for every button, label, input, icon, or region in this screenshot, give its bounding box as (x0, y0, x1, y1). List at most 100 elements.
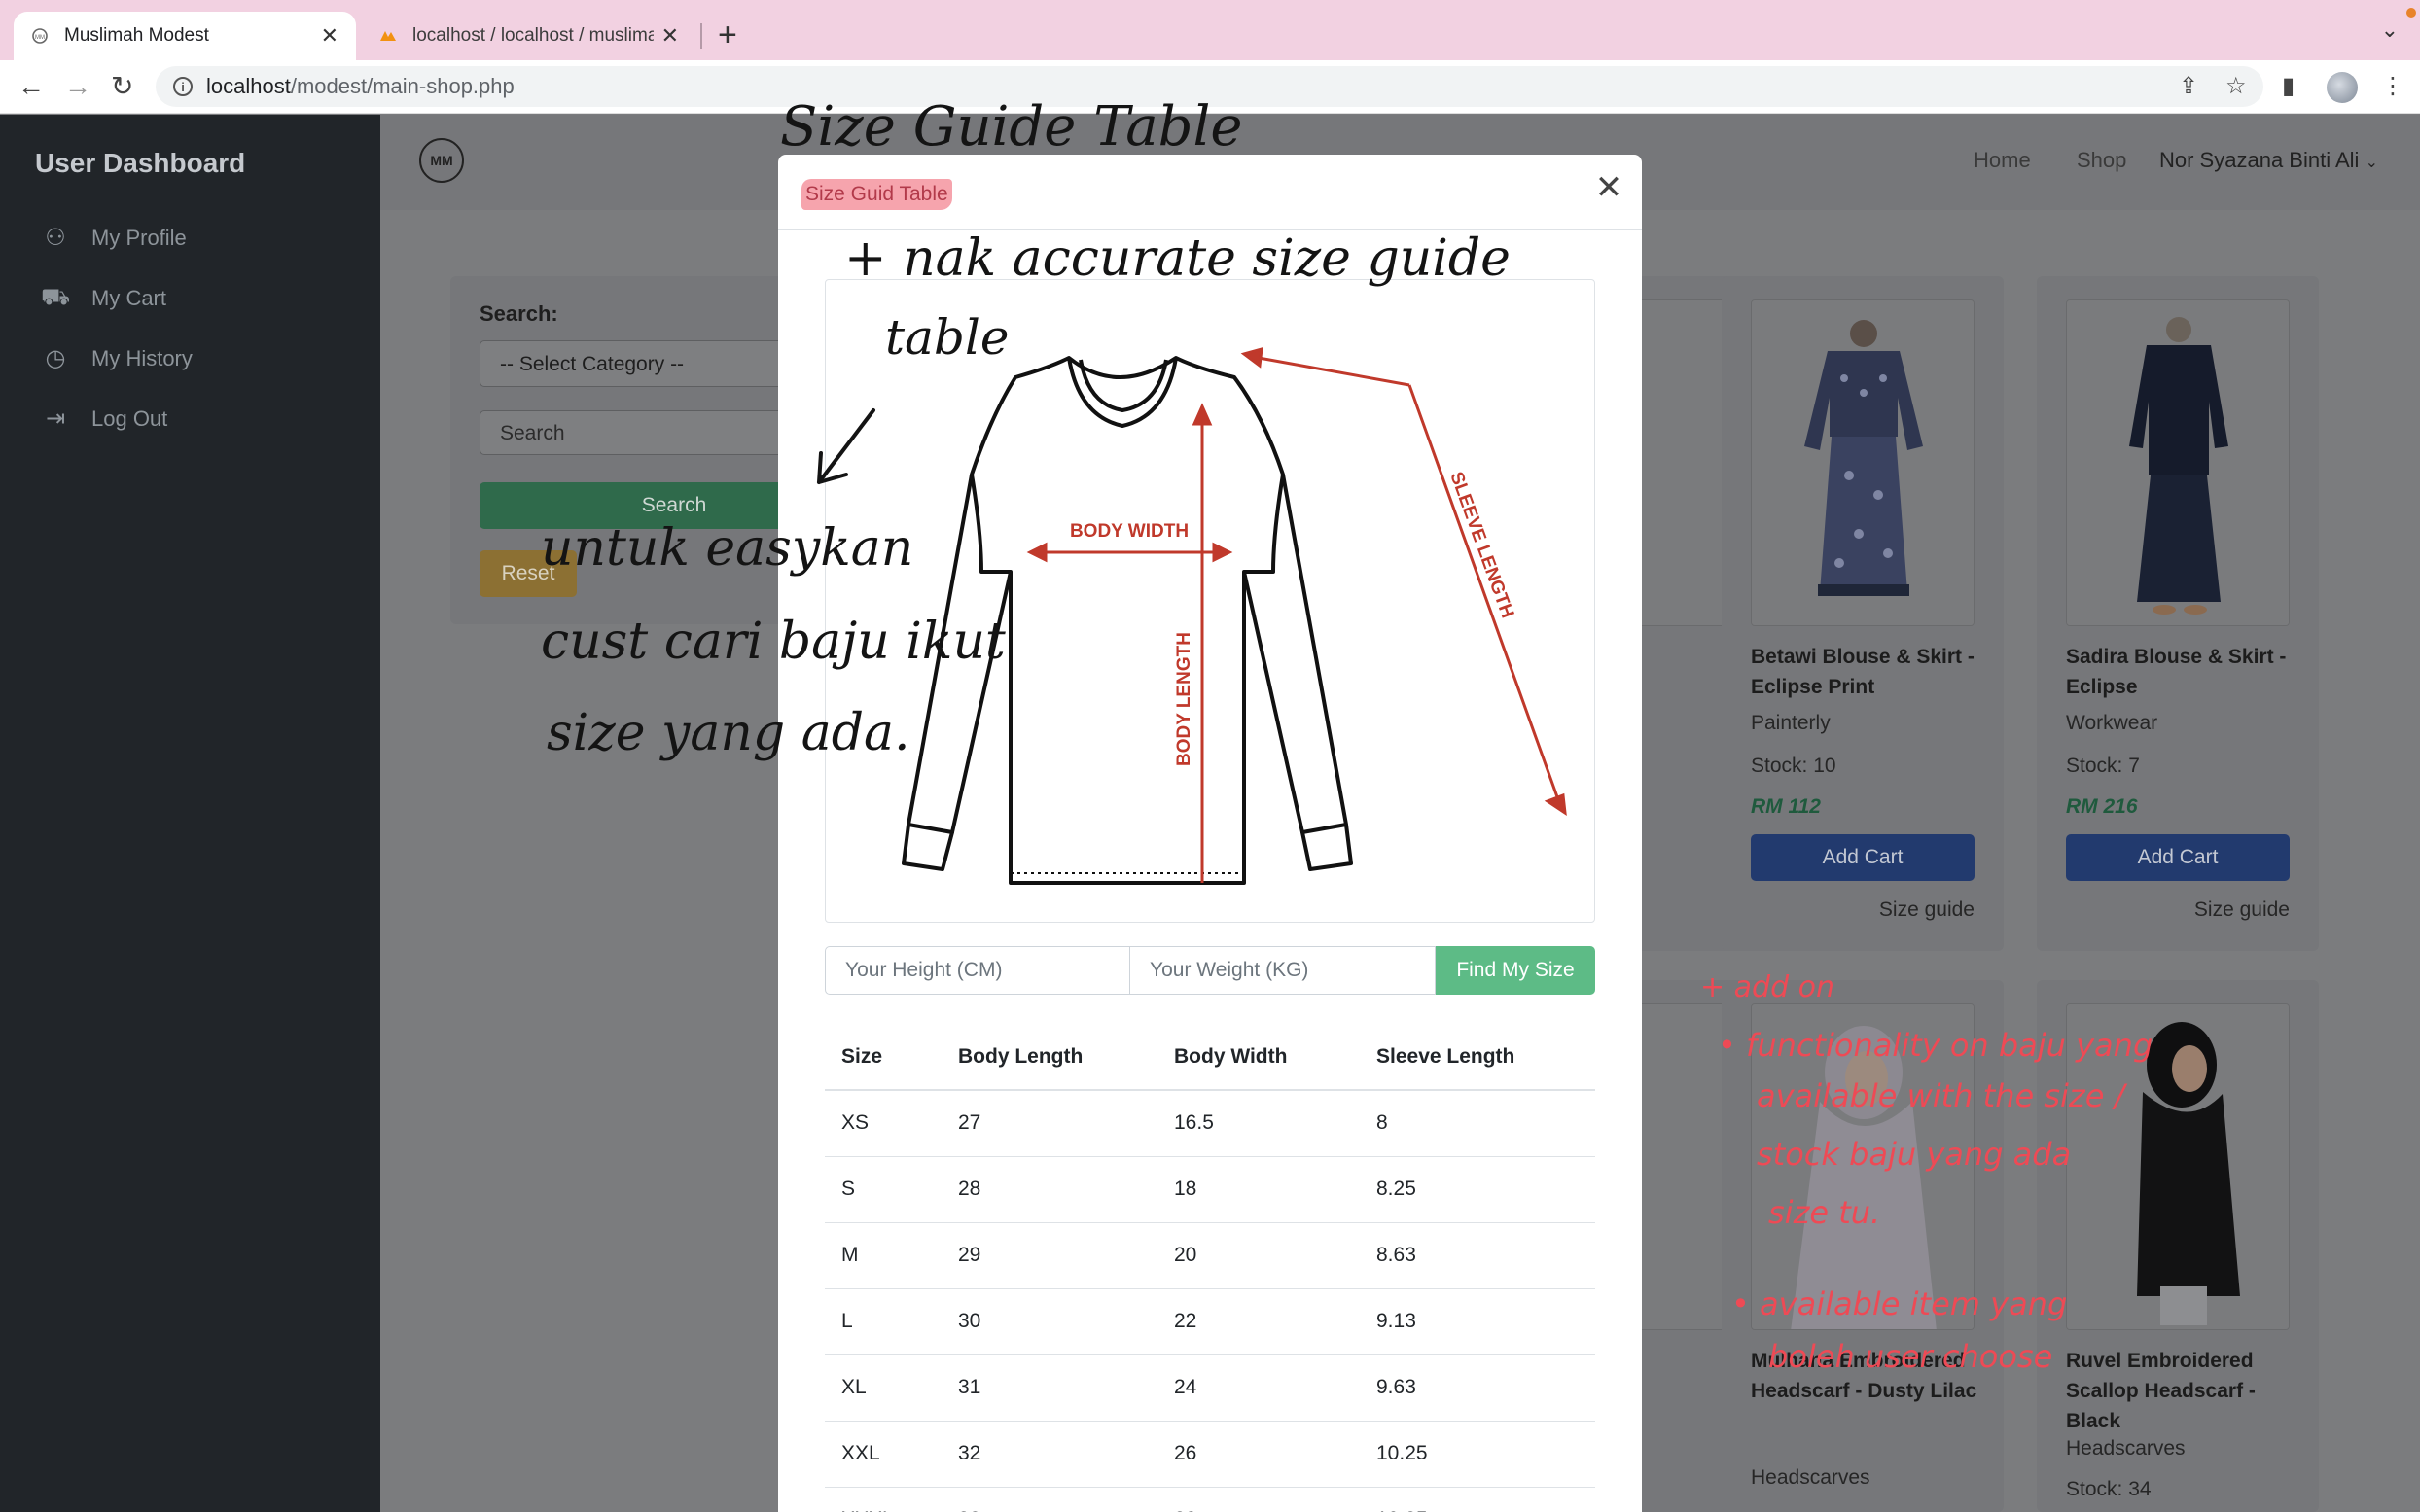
add-cart-button[interactable]: Add Cart (1751, 834, 1975, 881)
nav-home-link[interactable]: Home (1974, 148, 2031, 173)
sidebar-item-label: My History (91, 345, 193, 370)
product-card: Sadira Blouse & Skirt - Eclipse Workwear… (2037, 276, 2319, 951)
cell-size: S (825, 1156, 942, 1223)
product-category: Headscarves (2066, 1437, 2186, 1459)
url-path: /modest/main-shop.php (290, 74, 515, 98)
size-guide-diagram: BODY WIDTH BODY LENGTH SLEEVE LENGTH (825, 279, 1595, 923)
weight-input[interactable] (1130, 946, 1436, 995)
cell-body-length: 29 (942, 1222, 1157, 1289)
table-row: XL 31 24 9.63 (825, 1354, 1595, 1422)
body-length-label: BODY LENGTH (1174, 632, 1194, 766)
annotation-note2-line2: cust cari baju ikut (541, 613, 1006, 671)
annotation-red-b1-l3: stock baju yang ada (1757, 1136, 2072, 1173)
product-stock: Stock: 7 (2066, 755, 2140, 777)
sidebar-item-my-cart[interactable]: ⛟ My Cart (41, 284, 166, 313)
cart-icon: ⛟ (41, 284, 71, 310)
url-host: localhost (206, 74, 291, 98)
cell-body-length: 31 (942, 1354, 1157, 1422)
product-image (2066, 299, 2290, 626)
chevron-down-icon: ⌄ (2365, 155, 2378, 171)
tab-phpmyadmin[interactable]: localhost / localhost / muslimah ✕ (362, 12, 696, 60)
table-row: XXXL332810.25 (825, 1487, 1595, 1512)
cell-size: XXL (825, 1421, 942, 1488)
sidebar-item-log-out[interactable]: ⇥ Log Out (41, 404, 167, 433)
product-category: Headscarves (1751, 1466, 1870, 1489)
tab-muslimah-modest[interactable]: MM Muslimah Modest ✕ (14, 12, 356, 60)
sidebar-item-label: My Profile (91, 225, 187, 250)
cell-sleeve-length: 8 (1360, 1090, 1595, 1157)
cell-size: M (825, 1222, 942, 1289)
svg-text:MM: MM (35, 35, 45, 41)
forward-icon[interactable]: → (64, 70, 91, 103)
annotation-note2-line1: untuk easykan (541, 519, 914, 578)
menu-kebab-icon[interactable]: ⋮ (2381, 72, 2404, 100)
sleeve-length-label: SLEEVE LENGTH (1445, 470, 1517, 621)
sidebar-item-my-history[interactable]: ◷ My History (41, 344, 193, 372)
share-icon[interactable]: ⇪ (2179, 72, 2198, 100)
cell-body-length: 30 (942, 1288, 1157, 1355)
person-icon: ⚇ (45, 225, 66, 251)
product-price: RM 112 (1751, 795, 1821, 818)
close-icon[interactable]: ✕ (1589, 168, 1628, 207)
cell-size: L (825, 1288, 942, 1355)
cell-size: XL (825, 1354, 942, 1422)
column-header-body-length: Body Length (942, 1024, 1157, 1091)
clock-icon: ◷ (45, 345, 66, 371)
cell-sleeve-length: 10.25 (1360, 1487, 1595, 1512)
add-cart-button[interactable]: Add Cart (2066, 834, 2290, 881)
size-guide-link[interactable]: Size guide (1879, 898, 1975, 922)
table-row: XXL 32 26 10.25 (825, 1421, 1595, 1488)
nav-shop-link[interactable]: Shop (2077, 148, 2126, 173)
site-info-icon[interactable]: i (173, 77, 193, 96)
cell-body-width: 24 (1157, 1354, 1360, 1422)
annotation-note1-line1: + nak accurate size guide (844, 229, 1511, 288)
table-row: L 30 22 9.13 (825, 1288, 1595, 1355)
cell-body-length: 32 (942, 1421, 1157, 1488)
cell-sleeve-length: 8.25 (1360, 1156, 1595, 1223)
back-icon[interactable]: ← (18, 70, 45, 103)
find-my-size-button[interactable]: Find My Size (1436, 946, 1595, 995)
logout-icon: ⇥ (45, 405, 66, 432)
cell-body-width: 18 (1157, 1156, 1360, 1223)
height-input[interactable] (825, 946, 1130, 995)
cell-body-width: 20 (1157, 1222, 1360, 1289)
product-name[interactable]: Ruvel Embroidered Scallop Headscarf - Bl… (2066, 1346, 2299, 1436)
product-name[interactable]: Sadira Blouse & Skirt - Eclipse (2066, 642, 2299, 702)
product-image (1751, 299, 1975, 626)
cell-body-width: 28 (1157, 1487, 1360, 1512)
product-name[interactable]: Betawi Blouse & Skirt - Eclipse Print (1751, 642, 1984, 702)
browser-tab-bar: MM Muslimah Modest ✕ localhost / localho… (0, 0, 2420, 60)
sidebar-item-label: My Cart (91, 286, 166, 310)
phpmyadmin-favicon-icon (380, 31, 396, 41)
reload-icon[interactable]: ↻ (111, 70, 133, 103)
tab-close-icon[interactable]: ✕ (321, 23, 338, 49)
product-card: Betawi Blouse & Skirt - Eclipse Print Pa… (1722, 276, 2004, 951)
modal-header: Size Guid Table ✕ (778, 155, 1642, 230)
annotation-red-b2-l2: boleh user choose (1768, 1338, 2053, 1375)
modal-title: Size Guid Table (801, 179, 952, 210)
body-width-label: BODY WIDTH (1070, 521, 1189, 542)
side-panel-icon[interactable]: ▮ (2282, 72, 2295, 100)
tab-close-icon[interactable]: ✕ (661, 23, 679, 49)
cell-body-width: 16.5 (1157, 1090, 1360, 1157)
user-menu[interactable]: Nor Syazana Binti Ali ⌄ (2159, 148, 2378, 173)
annotation-red-b1-l4: size tu. (1768, 1194, 1881, 1231)
profile-avatar[interactable] (2327, 72, 2358, 103)
product-category: Workwear (2066, 712, 2158, 734)
new-tab-icon[interactable]: + (718, 16, 737, 54)
product-price: RM 216 (2066, 795, 2138, 818)
cell-body-length: 28 (942, 1156, 1157, 1223)
cell-body-length: 33 (942, 1487, 1157, 1512)
size-table: Size Body Length Body Width Sleeve Lengt… (825, 1024, 1595, 1512)
search-label: Search: (480, 301, 558, 326)
tab-search-chevron-icon[interactable]: ⌄ (2381, 18, 2399, 43)
bookmark-star-icon[interactable]: ☆ (2225, 72, 2247, 100)
user-name: Nor Syazana Binti Ali (2159, 148, 2360, 172)
column-header-sleeve-length: Sleeve Length (1360, 1024, 1595, 1091)
size-guide-link[interactable]: Size guide (2194, 898, 2290, 922)
product-stock: Stock: 34 (2066, 1478, 2152, 1500)
annotation-heading: Size Guide Table (780, 95, 1243, 158)
brand-logo[interactable]: MM (419, 138, 464, 183)
table-row: M 29 20 8.63 (825, 1222, 1595, 1289)
sidebar-item-my-profile[interactable]: ⚇ My Profile (41, 224, 187, 252)
